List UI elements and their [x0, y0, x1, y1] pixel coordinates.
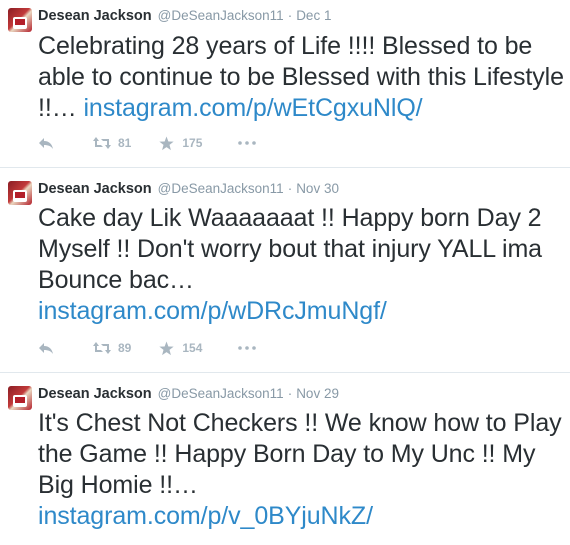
tweet-header: Desean Jackson @DeSeanJackson11 · Dec 1 [38, 8, 331, 26]
tweet-link[interactable]: instagram.com/p/v_0BYjuNkZ/ [38, 502, 373, 530]
more-options-icon [238, 346, 257, 350]
tweet-2[interactable]: Desean Jackson @DeSeanJackson11 · Nov 30… [0, 168, 570, 373]
tweet-date[interactable]: Dec 1 [296, 8, 331, 23]
tweet-date[interactable]: Nov 29 [296, 386, 339, 401]
avatar-jersey-number [15, 192, 25, 198]
tweet-text: Cake day Lik Waaaaaaat !! Happy born Day… [38, 203, 566, 327]
avatar[interactable] [8, 8, 32, 32]
tweet-actions: 89 154 [38, 339, 257, 357]
author-handle[interactable]: @DeSeanJackson11 [158, 386, 284, 401]
retweet-count: 89 [118, 341, 132, 355]
reply-button[interactable] [38, 136, 54, 150]
tweet-date[interactable]: Nov 30 [296, 181, 339, 196]
favorite-star-icon [159, 340, 174, 355]
tweet-actions: 81 175 [38, 134, 257, 152]
favorite-count: 154 [182, 341, 203, 355]
avatar-jersey-number [15, 19, 25, 25]
author-handle[interactable]: @DeSeanJackson11 [158, 181, 284, 196]
separator-dot: · [287, 181, 293, 196]
reply-button[interactable] [38, 341, 54, 355]
tweet-body: It's Chest Not Checkers !! We know how t… [38, 409, 562, 499]
tweet-text: It's Chest Not Checkers !! We know how t… [38, 408, 566, 532]
more-options-icon [238, 141, 257, 145]
author-name[interactable]: Desean Jackson [38, 8, 152, 24]
tweet-body: Cake day Lik Waaaaaaat !! Happy born Day… [38, 204, 542, 294]
tweet-3[interactable]: Desean Jackson @DeSeanJackson11 · Nov 29… [0, 373, 570, 545]
tweet-link[interactable]: instagram.com/p/wEtCgxuNlQ/ [83, 94, 422, 122]
reply-icon [39, 138, 53, 149]
tweet-link[interactable]: instagram.com/p/wDRcJmuNgf/ [38, 297, 387, 325]
avatar-jersey-number [15, 397, 25, 403]
tweet-text: Celebrating 28 years of Life !!!! Blesse… [38, 31, 566, 124]
tweet-header: Desean Jackson @DeSeanJackson11 · Nov 29 [38, 386, 339, 404]
more-options-button[interactable] [238, 141, 257, 145]
tweet-header: Desean Jackson @DeSeanJackson11 · Nov 30 [38, 181, 339, 199]
separator-dot: · [287, 386, 293, 401]
author-name[interactable]: Desean Jackson [38, 386, 152, 402]
favorite-star-icon [159, 135, 174, 150]
author-name[interactable]: Desean Jackson [38, 181, 152, 197]
retweet-button[interactable]: 89 [92, 341, 131, 355]
author-handle[interactable]: @DeSeanJackson11 [158, 8, 284, 23]
retweet-button[interactable]: 81 [92, 136, 131, 150]
retweet-icon [93, 137, 111, 149]
more-options-button[interactable] [238, 346, 257, 350]
favorite-count: 175 [182, 136, 203, 150]
retweet-count: 81 [118, 136, 132, 150]
separator-dot: · [287, 8, 293, 23]
favorite-button[interactable]: 154 [159, 340, 203, 356]
avatar[interactable] [8, 181, 32, 205]
reply-icon [39, 343, 53, 354]
favorite-button[interactable]: 175 [159, 135, 203, 151]
tweet-1[interactable]: Desean Jackson @DeSeanJackson11 · Dec 1 … [0, 0, 570, 168]
avatar[interactable] [8, 386, 32, 410]
retweet-icon [93, 342, 111, 354]
